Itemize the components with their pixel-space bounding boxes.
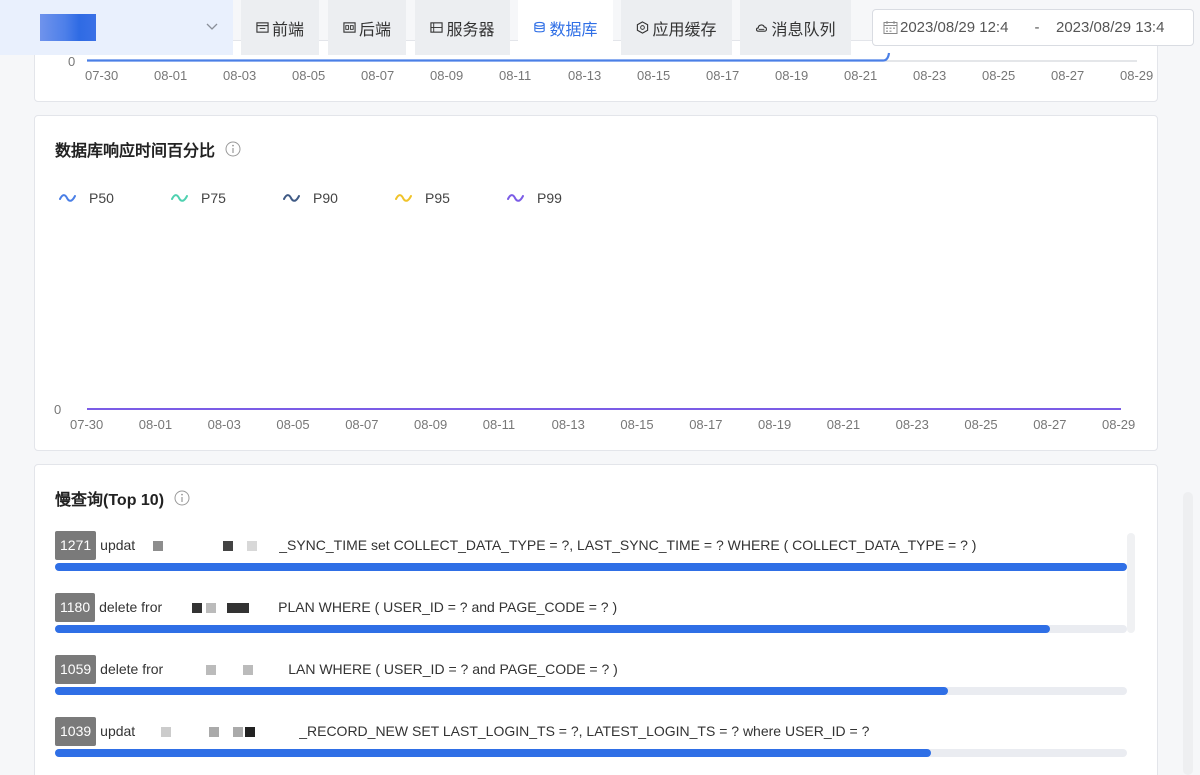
x-tick-label: 08-03 [223, 68, 257, 83]
slow-query-head: 1039 updat _RECORD_NEW SET LAST_LOGIN_TS… [55, 717, 1127, 746]
slow-query-count: 1180 [55, 593, 96, 622]
slow-query-prefix: delete fror [100, 661, 164, 677]
redacted-region [135, 717, 295, 746]
x-tick-label: 08-25 [964, 417, 998, 432]
slow-query-count: 1039 [55, 717, 97, 746]
slow-query-head: 1180 delete fror PLAN WHERE ( USER_ID = … [55, 593, 1127, 622]
slow-query-text: LAN WHERE ( USER_ID = ? and PAGE_CODE = … [288, 661, 618, 677]
tab-label: 服务器 [446, 21, 495, 39]
info-icon[interactable] [174, 490, 190, 506]
tab-backend[interactable]: 后端 [328, 0, 406, 55]
server-icon [430, 22, 444, 33]
page-scrollbar[interactable] [1183, 492, 1193, 775]
backend-icon [343, 22, 356, 33]
x-tick-label: 08-11 [482, 417, 516, 432]
x-tick-label: 08-05 [276, 417, 310, 432]
slow-query-bar-fill [55, 563, 1127, 571]
tab-label: 消息队列 [771, 21, 836, 39]
slow-query-head: 1059 delete fror LAN WHERE ( USER_ID = ?… [55, 655, 1127, 684]
tab-label: 前端 [271, 21, 304, 39]
cache-icon [637, 21, 649, 34]
date-start-input[interactable]: 2023/08/29 12:4 [900, 19, 1018, 36]
x-tick-label: 08-21 [844, 68, 878, 83]
x-tick-label: 08-27 [1033, 417, 1067, 432]
tab-label: 应用缓存 [652, 21, 717, 39]
tab-message-queue[interactable]: 消息队列 [740, 0, 851, 55]
slow-query-bar-fill [55, 625, 1050, 633]
tab-label: 后端 [358, 21, 391, 39]
slow-query-count: 1059 [55, 655, 97, 684]
x-tick-label: 08-05 [292, 68, 326, 83]
x-tick-label: 08-01 [138, 417, 173, 432]
x-tick-label: 08-13 [568, 68, 602, 83]
date-end-input[interactable]: 2023/08/29 13:4 [1056, 19, 1174, 36]
slow-query-bar-fill [55, 687, 948, 695]
x-tick-label: 08-17 [706, 68, 740, 83]
x-tick-label: 08-27 [1051, 68, 1085, 83]
db-response-time-plot [87, 408, 1121, 410]
x-tick-label: 08-09 [414, 417, 448, 432]
tab-app-cache[interactable]: 应用缓存 [621, 0, 732, 55]
x-tick-label: 08-29 [1102, 417, 1136, 432]
x-tick-label: 08-11 [499, 68, 532, 83]
x-tick-label: 08-13 [551, 417, 585, 432]
x-tick-label: 08-23 [895, 417, 929, 432]
date-separator: - [1034, 19, 1040, 36]
top-bar: 前端 后端 服务器 数据库 应用缓存 消息队列 2023/08/29 12:4 … [0, 0, 1200, 55]
slow-query-text: _RECORD_NEW SET LAST_LOGIN_TS = ?, LATES… [299, 723, 870, 739]
frontend-icon [256, 22, 269, 33]
slow-query-count: 1271 [55, 531, 97, 560]
slow-queries-title: 慢查询(Top 10) [55, 492, 165, 509]
tab-label: 数据库 [549, 21, 598, 39]
tab-server[interactable]: 服务器 [415, 0, 510, 55]
slow-queries-title-row: 慢查询(Top 10) [55, 486, 190, 510]
slow-query-head: 1271 updat _SYNC_TIME set COLLECT_DATA_T… [55, 531, 1127, 560]
cloud-icon [756, 24, 768, 32]
app-name-redacted [40, 14, 96, 41]
calendar-icon [883, 21, 898, 34]
slow-query-text: _SYNC_TIME set COLLECT_DATA_TYPE = ?, LA… [279, 537, 977, 553]
slow-query-prefix: delete fror [99, 599, 163, 615]
tab-database[interactable]: 数据库 [518, 0, 613, 55]
slow-queries-card: 慢查询(Top 10) 1271 updat _SYNC_TIME set CO… [34, 464, 1158, 775]
x-tick-label: 08-19 [758, 417, 792, 432]
x-tick-label: 08-07 [345, 417, 379, 432]
app-selector[interactable] [0, 0, 233, 55]
x-tick-label: 08-25 [982, 68, 1016, 83]
redacted-region [163, 655, 284, 684]
x-tick-label: 08-17 [689, 417, 723, 432]
database-icon [534, 21, 546, 33]
x-tick-label: 08-15 [620, 417, 654, 432]
redacted-region [162, 593, 274, 622]
slow-query-text: PLAN WHERE ( USER_ID = ? and PAGE_CODE =… [278, 599, 618, 615]
x-tick-label: 08-15 [637, 68, 671, 83]
redacted-region [135, 531, 275, 560]
chevron-down-icon [205, 20, 219, 34]
slow-query-prefix: updat [100, 537, 136, 553]
slow-query-bar-fill [55, 749, 931, 757]
x-tick-label: 08-07 [361, 68, 395, 83]
x-tick-label: 07-30 [85, 68, 119, 83]
slow-query-prefix: updat [100, 723, 136, 739]
date-range-picker[interactable]: 2023/08/29 12:4 - 2023/08/29 13:4 [872, 9, 1194, 46]
slow-query-bar-track [55, 687, 1127, 695]
x-tick-label: 07-30 [70, 417, 104, 432]
x-tick-label: 08-19 [775, 68, 809, 83]
tab-frontend[interactable]: 前端 [241, 0, 319, 55]
slow-query-bar-track [55, 563, 1127, 571]
x-tick-label: 08-29 [1120, 68, 1154, 83]
db-response-time-card: 数据库响应时间百分比 P50 P75 P90 P95 P99 0 07-30 08-01 0… [34, 115, 1158, 451]
slow-query-bar-track [55, 625, 1127, 633]
list-scrollbar[interactable] [1127, 533, 1135, 633]
x-tick-label: 08-21 [826, 417, 861, 432]
slow-query-bar-track [55, 749, 1127, 757]
x-tick-label: 08-09 [430, 68, 464, 83]
x-tick-label: 08-03 [207, 417, 241, 432]
x-tick-label: 08-01 [154, 68, 188, 83]
x-tick-label: 08-23 [913, 68, 947, 83]
